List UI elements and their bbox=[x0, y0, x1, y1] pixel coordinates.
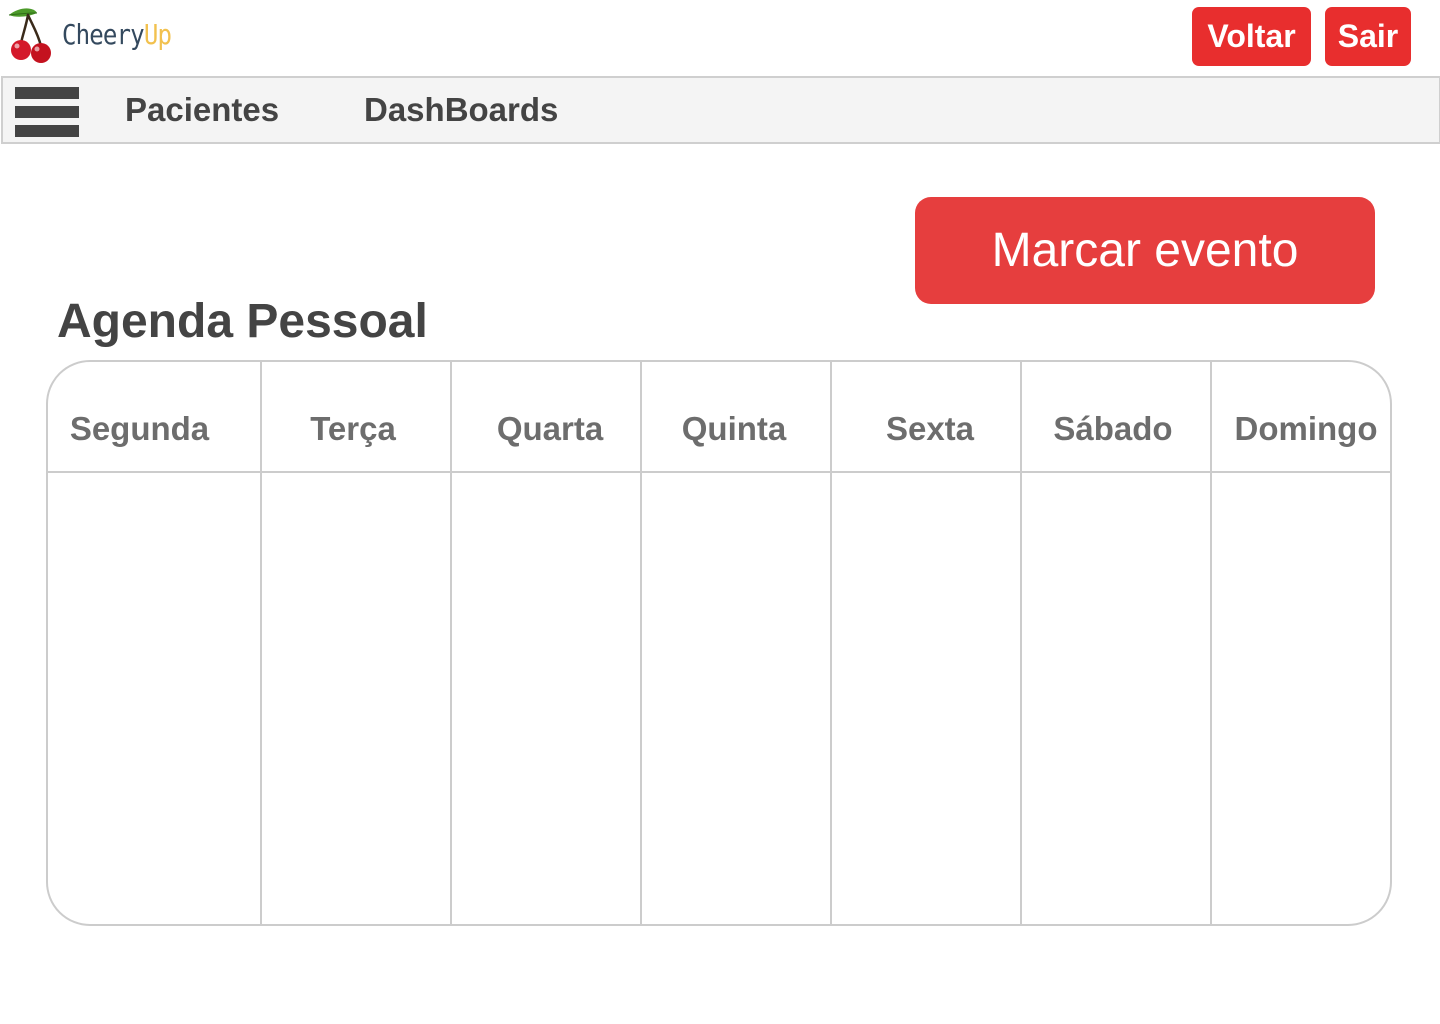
day-header-sabado: Sábado bbox=[1053, 410, 1173, 447]
marcar-evento-button[interactable]: Marcar evento bbox=[915, 197, 1375, 304]
nav-item-dashboards[interactable]: DashBoards bbox=[364, 78, 558, 142]
hamburger-line bbox=[15, 106, 79, 118]
page: CheeryUp Voltar Sair Pacientes DashBoard… bbox=[0, 0, 1440, 1024]
header: CheeryUp Voltar Sair bbox=[0, 0, 1440, 74]
day-header-terca: Terça bbox=[310, 410, 396, 447]
hamburger-line bbox=[15, 87, 79, 99]
logo-word-up: Up bbox=[143, 18, 172, 51]
voltar-button[interactable]: Voltar bbox=[1192, 7, 1311, 66]
day-column-terca[interactable] bbox=[262, 473, 450, 924]
page-title: Agenda Pessoal bbox=[57, 295, 428, 348]
hamburger-menu-icon[interactable] bbox=[15, 85, 79, 137]
hamburger-line bbox=[15, 125, 79, 137]
day-header-quinta: Quinta bbox=[681, 410, 787, 447]
day-column-domingo[interactable] bbox=[1212, 473, 1390, 924]
nav-item-pacientes[interactable]: Pacientes bbox=[125, 78, 279, 142]
cherry-icon bbox=[8, 8, 51, 63]
day-column-quarta[interactable] bbox=[452, 473, 640, 924]
nav-bar: Pacientes DashBoards bbox=[1, 76, 1440, 144]
logo-word-cheery: Cheery bbox=[62, 18, 145, 51]
day-column-sexta[interactable] bbox=[832, 473, 1020, 924]
day-column-sabado[interactable] bbox=[1022, 473, 1210, 924]
day-column-segunda[interactable] bbox=[48, 473, 260, 924]
day-header-segunda: Segunda bbox=[69, 410, 210, 447]
day-header-quarta: Quarta bbox=[496, 410, 604, 447]
logo[interactable]: CheeryUp bbox=[6, 6, 196, 66]
sair-button[interactable]: Sair bbox=[1325, 7, 1411, 66]
day-header-domingo: Domingo bbox=[1234, 410, 1378, 447]
logo-text: CheeryUp bbox=[62, 18, 172, 52]
weekly-calendar: Segunda Terça Quarta Quinta Sexta Sábado… bbox=[46, 360, 1392, 926]
day-header-sexta: Sexta bbox=[885, 410, 975, 447]
day-column-quinta[interactable] bbox=[642, 473, 830, 924]
